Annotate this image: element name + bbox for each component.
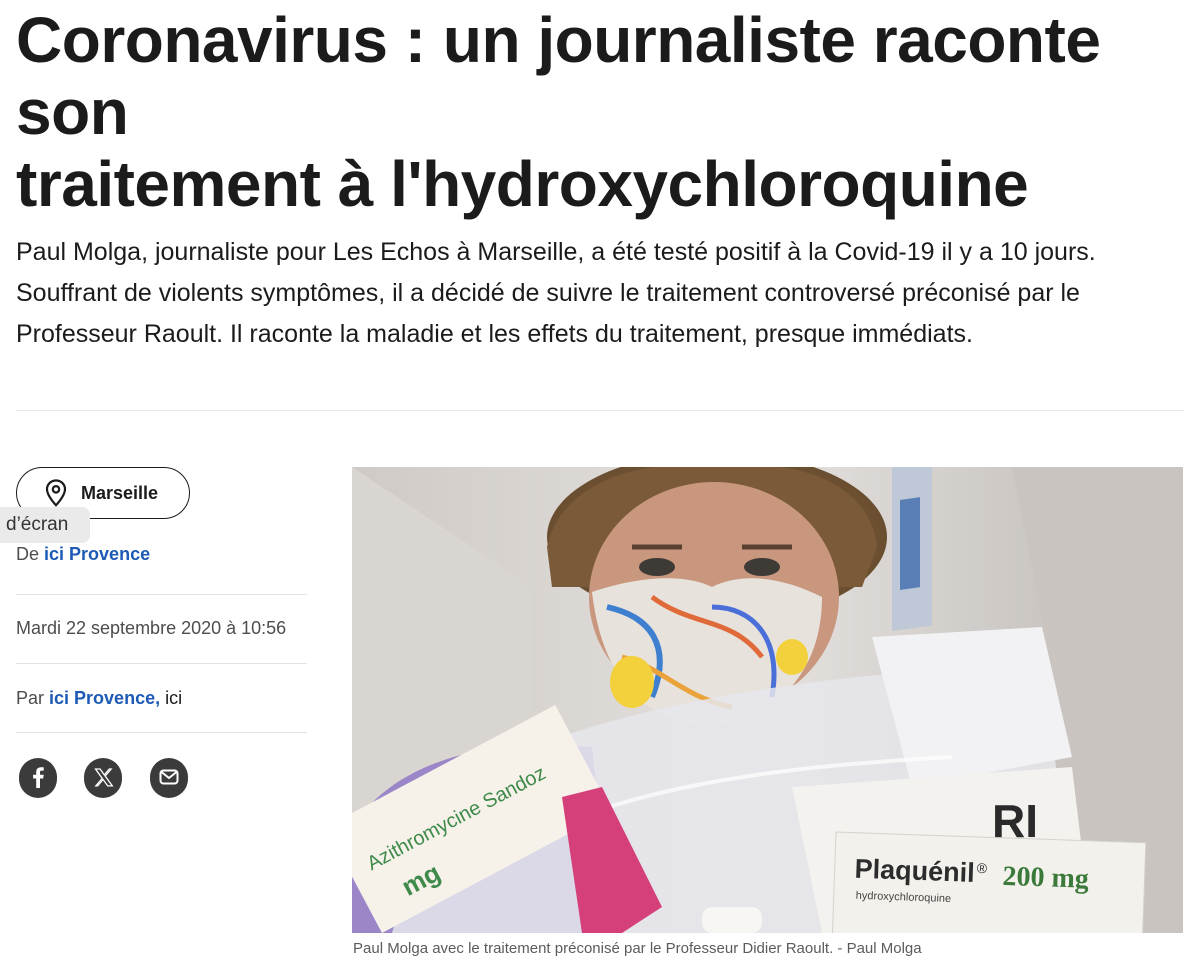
- lead-line-3: Professeur Raoult. Il raconte la maladie…: [16, 320, 973, 348]
- map-pin-icon: [45, 479, 67, 507]
- headline-line-2: traitement à l'hydroxychloroquine: [16, 148, 1029, 220]
- source-link[interactable]: ici Provence: [44, 544, 150, 564]
- article-headline: Coronavirus : un journaliste raconte son…: [16, 4, 1186, 220]
- plaquenil-dose: 200 mg: [1002, 861, 1089, 895]
- location-label: Marseille: [81, 482, 159, 503]
- facebook-icon: [19, 757, 57, 801]
- screenshot-tooltip: d’écran: [0, 507, 90, 543]
- facebook-share-button[interactable]: [19, 757, 57, 801]
- meta-divider: [16, 732, 307, 733]
- source-line: De ici Provence: [16, 544, 150, 565]
- publish-date: Mardi 22 septembre 2020 à 10:56: [16, 618, 287, 638]
- photo-caption: Paul Molga avec le traitement préconisé …: [353, 940, 922, 957]
- plaquenil-brand: Plaquénil: [854, 854, 975, 888]
- email-share-button[interactable]: [150, 757, 188, 801]
- source-prefix: De: [16, 544, 40, 564]
- author-line: Par ici Provence, ici: [16, 688, 182, 709]
- x-icon: [84, 757, 122, 801]
- plaquenil-registered-mark: ®: [977, 860, 989, 876]
- x-share-button[interactable]: [84, 757, 122, 801]
- lead-line-1: Paul Molga, journaliste pour Les Echos à…: [16, 238, 1096, 266]
- mail-icon: [150, 757, 188, 801]
- section-divider: [16, 410, 1184, 411]
- article-photo: RI Azithromycine Sandoz mg Plaquénil ® 2…: [352, 467, 1183, 933]
- lead-line-2: Souffrant de violents symptômes, il a dé…: [16, 279, 1080, 307]
- meta-divider: [16, 594, 307, 595]
- article-lead: Paul Molga, journaliste pour Les Echos à…: [16, 232, 1186, 355]
- author-link[interactable]: ici Provence,: [49, 688, 160, 708]
- author-extra: ici: [165, 688, 183, 708]
- meta-divider: [16, 663, 307, 664]
- author-prefix: Par: [16, 688, 45, 708]
- headline-line-1: Coronavirus : un journaliste raconte son: [16, 4, 1101, 148]
